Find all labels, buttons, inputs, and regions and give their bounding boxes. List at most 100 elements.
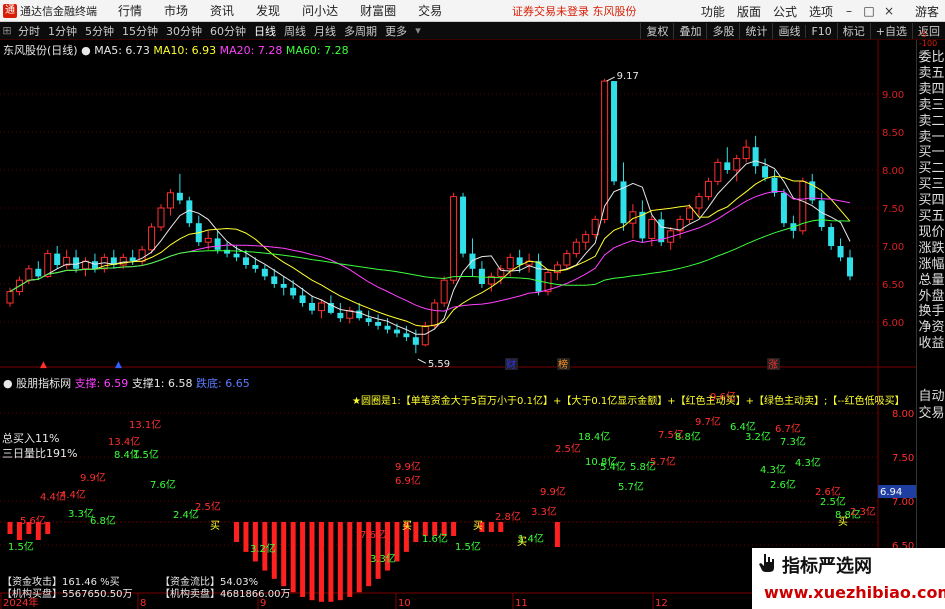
candle-body	[733, 158, 741, 171]
menu-wealth[interactable]: 财富圈	[349, 2, 407, 19]
candle-body	[648, 218, 656, 239]
tab-1min[interactable]: 1分钟	[44, 23, 81, 39]
flow-value-label: 9.7亿	[695, 415, 721, 428]
candle-body	[166, 192, 174, 209]
y-tick-label: 9.00	[882, 90, 904, 101]
histogram-bar	[554, 522, 560, 547]
chevron-down-icon[interactable]: ▾	[411, 24, 425, 37]
flow-value-label: 6.9亿	[395, 474, 421, 487]
tab-weekly[interactable]: 周线	[280, 23, 310, 39]
minimize-icon[interactable]: –	[839, 4, 859, 18]
candle-body	[704, 180, 712, 198]
candle-body	[290, 287, 297, 296]
close-icon[interactable]: ×	[879, 4, 899, 18]
tab-15min[interactable]: 15分钟	[118, 23, 162, 39]
flow-value-label: 1.5亿	[133, 448, 159, 461]
mark-button[interactable]: 标记	[836, 23, 870, 39]
flow-value-label: 7.6亿	[150, 478, 176, 491]
candlestick-chart[interactable]: 9.00 8.50 8.00 7.50 7.00 6.50 6.00 9.17 5.59 ▲ ▲ 财 榜…	[0, 40, 916, 609]
menu-options[interactable]: 选项	[803, 3, 839, 20]
indicator-tick-label: 7.50	[892, 453, 914, 464]
flow-value-label: 2.5亿	[820, 495, 846, 508]
login-status[interactable]: 证券交易未登录 东风股份	[512, 3, 637, 19]
flow-value-label: 13.1亿	[129, 418, 161, 431]
period-tab-bar: ⊞ 分时 1分钟 5分钟 15分钟 30分钟 60分钟 日线 周线 月线 多周期…	[0, 22, 945, 40]
tab-monthly[interactable]: 月线	[310, 23, 340, 39]
candle-body	[204, 237, 212, 243]
histogram-bar	[281, 522, 287, 587]
y-tick-label: 8.00	[882, 166, 904, 177]
event-badge-label: 涨	[768, 359, 778, 371]
histogram-bar	[413, 522, 419, 542]
buy-signal-label: 买	[402, 520, 412, 532]
candle-body	[440, 279, 448, 304]
menu-trade[interactable]: 交易	[407, 2, 453, 19]
candle-body	[91, 261, 98, 269]
menu-ask[interactable]: 问小达	[291, 2, 349, 19]
tab-multi[interactable]: 多周期	[340, 23, 381, 39]
candle-body	[591, 218, 599, 236]
menu-discover[interactable]: 发现	[245, 2, 291, 19]
tab-daily[interactable]: 日线	[250, 23, 280, 39]
candle-body	[6, 291, 14, 304]
tab-30min[interactable]: 30分钟	[162, 23, 206, 39]
overlay-button[interactable]: 叠加	[673, 23, 706, 39]
multi-stock-button[interactable]: 多股	[706, 23, 739, 39]
tab-timeshare[interactable]: 分时	[14, 23, 44, 39]
candle-body	[762, 166, 769, 178]
menu-layout[interactable]: 版面	[731, 3, 767, 20]
add-watchlist-button[interactable]: +自选	[869, 23, 912, 39]
flow-value-label: 4.4亿	[60, 488, 86, 501]
candle-body	[516, 257, 523, 265]
event-arrow-icon: ▲	[40, 360, 47, 370]
ma20-line	[9, 190, 851, 312]
current-price-label: 6.94	[880, 487, 902, 498]
flow-value-label: 4.3亿	[795, 456, 821, 469]
f10-button[interactable]: F10	[805, 24, 836, 38]
flow-value-label: 2.8亿	[495, 510, 521, 523]
event-badge-label: 榜	[558, 358, 568, 371]
histogram-bar	[337, 522, 343, 601]
low-marker	[417, 358, 427, 364]
x-tick-label: 11	[515, 598, 528, 609]
indicator-circle-icon[interactable]: ●	[3, 377, 13, 390]
candle-body	[261, 268, 268, 277]
maximize-icon[interactable]: □	[859, 4, 879, 18]
candle-body	[431, 302, 439, 327]
menu-market[interactable]: 市场	[153, 2, 199, 19]
buy-signal-label: 买	[210, 520, 220, 532]
watermark-title: 指标严选网	[782, 556, 872, 577]
tab-more[interactable]: 更多	[381, 23, 411, 39]
menu-function[interactable]: 功能	[695, 3, 731, 20]
expand-icon[interactable]: ⊞	[0, 24, 14, 37]
candle-body	[25, 268, 33, 281]
settings-circle-icon[interactable]: ●	[81, 44, 91, 57]
stats-button[interactable]: 统计	[739, 23, 772, 39]
histogram-bar	[45, 522, 51, 534]
adjust-button[interactable]: 复权	[640, 23, 673, 39]
flow-value-label: 5.4亿	[600, 460, 626, 473]
tab-5min[interactable]: 5分钟	[81, 23, 118, 39]
candle-body	[157, 207, 165, 228]
candle-body	[35, 268, 42, 277]
vol-ratio-label: 三日量比191%	[2, 447, 78, 460]
flow-value-label: 4.3亿	[760, 463, 786, 476]
candle-body	[242, 257, 249, 265]
candle-body	[317, 302, 325, 312]
support1-label: 支撑1: 6.58	[131, 377, 193, 390]
high-marker	[606, 76, 615, 82]
menu-news[interactable]: 资讯	[199, 2, 245, 19]
candle-body	[393, 329, 400, 334]
chart-area[interactable]: 9.00 8.50 8.00 7.50 7.00 6.50 6.00 9.17 5.59 ▲ ▲ 财 榜…	[0, 40, 916, 609]
candle-body	[176, 192, 183, 201]
menu-quotes[interactable]: 行情	[107, 2, 153, 19]
flow-value-label: 5.7亿	[650, 455, 676, 468]
candle-body	[601, 80, 609, 220]
candle-body	[611, 81, 618, 182]
guest-link[interactable]: 游客	[909, 3, 945, 20]
ma40-line	[9, 219, 851, 293]
menu-formula[interactable]: 公式	[767, 3, 803, 20]
draw-line-button[interactable]: 画线	[772, 23, 805, 39]
tab-60min[interactable]: 60分钟	[206, 23, 250, 39]
histogram-bar	[300, 522, 306, 597]
